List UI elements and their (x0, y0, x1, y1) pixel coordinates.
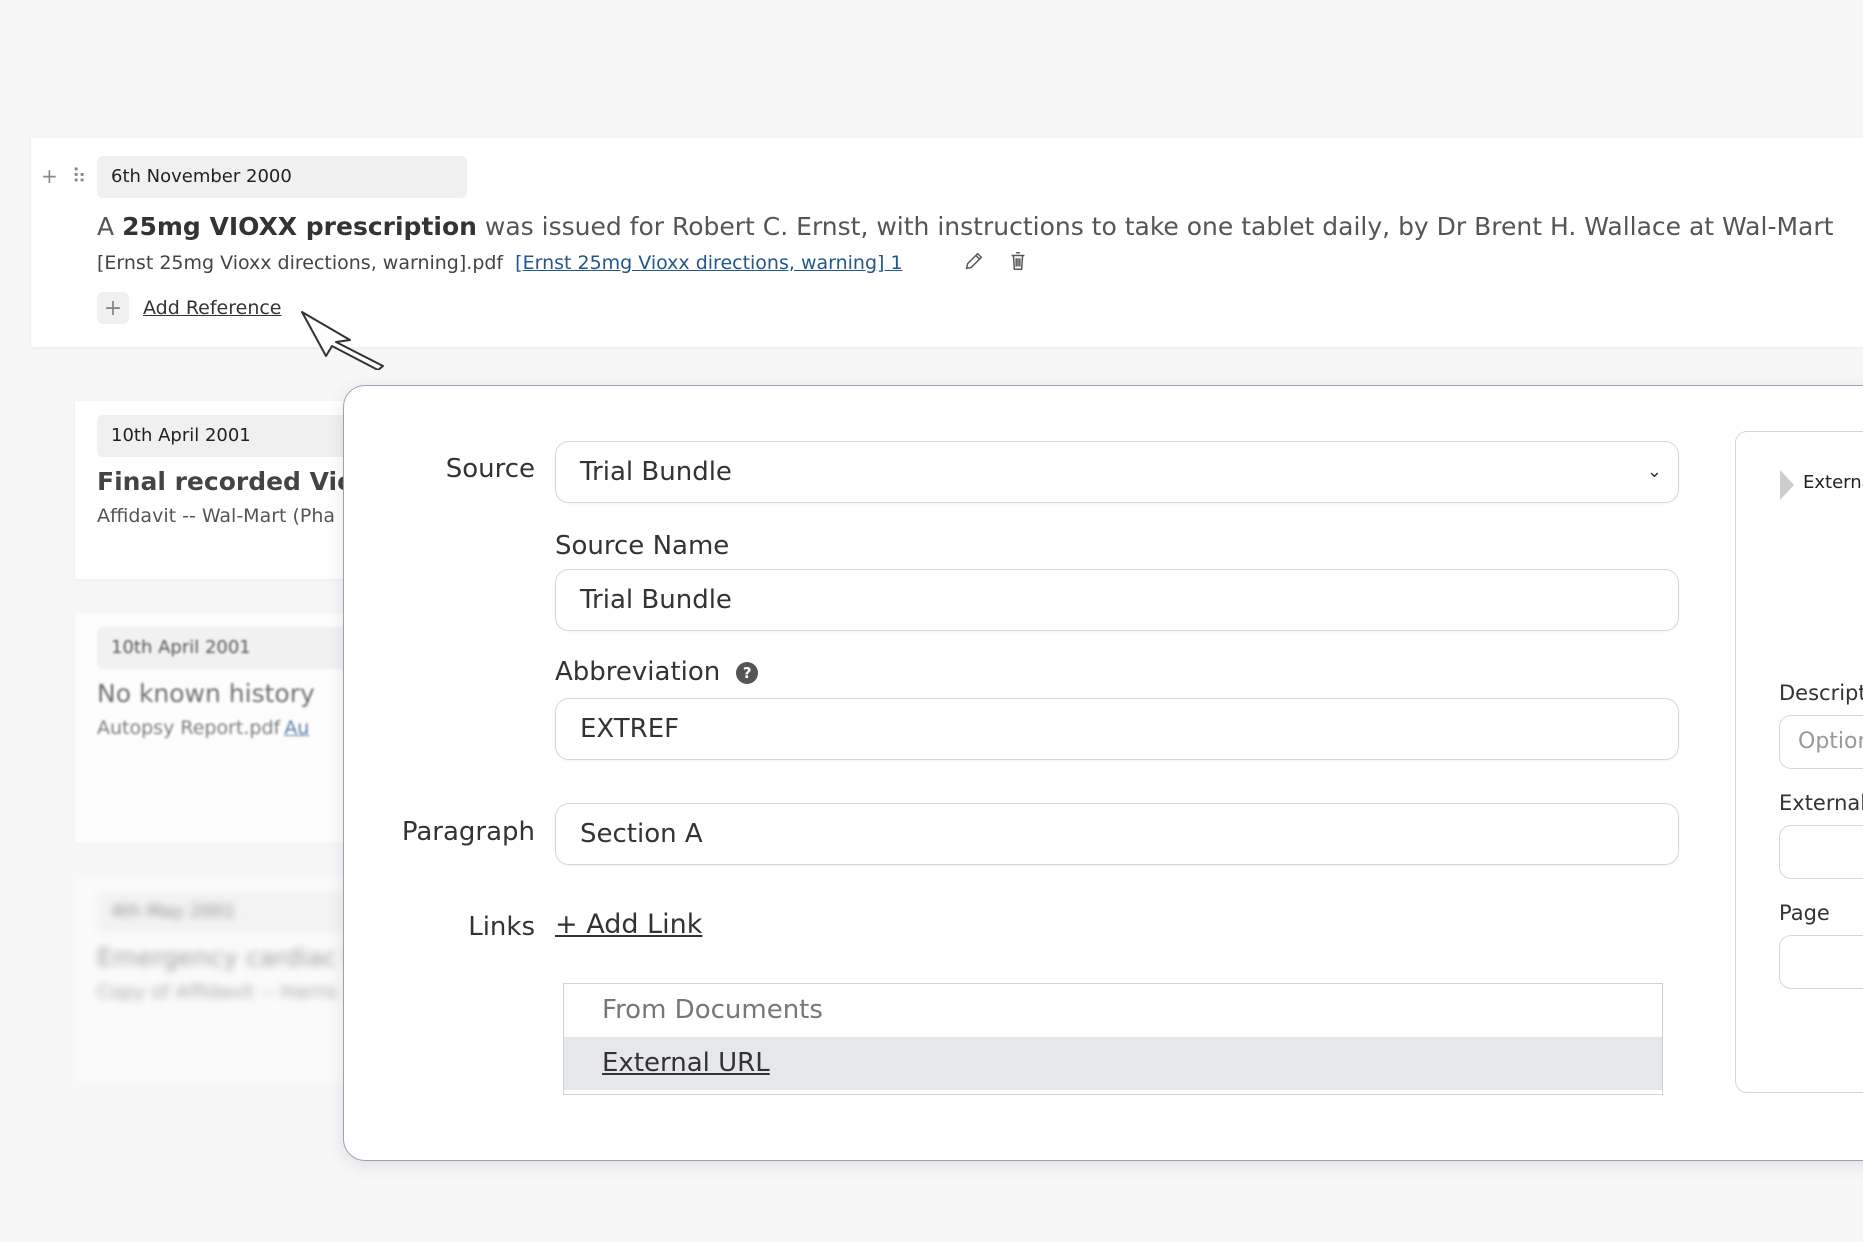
entry-reference: Copy of Affidavit -- Harris (97, 981, 337, 1003)
abbreviation-label: Abbreviation (555, 657, 721, 687)
entry-reference-filename: Autopsy Report.pdf (97, 717, 281, 739)
paragraph-input[interactable]: Section A (555, 803, 1679, 865)
entry-title[interactable]: No known history (97, 679, 315, 708)
add-reference-plus-icon[interactable]: + (97, 292, 129, 324)
entry-date[interactable]: 10th April 2001 (97, 415, 385, 457)
entry-title[interactable]: Emergency cardiac t (97, 943, 354, 972)
add-reference-modal: Source Trial Bundle ⌄ Source Name Trial … (343, 385, 1863, 1161)
dropdown-item-external-url[interactable]: External URL (564, 1037, 1662, 1090)
external-url-label: External (1779, 791, 1863, 815)
paragraph-label: Paragraph (401, 817, 535, 847)
add-row-icon[interactable]: + (41, 164, 58, 188)
chevron-down-icon: ⌄ (1646, 461, 1662, 482)
entry-reference: Affidavit -- Wal-Mart (Pha (97, 505, 336, 527)
abbreviation-input[interactable]: EXTREF (555, 698, 1679, 760)
description-label: Descript (1779, 681, 1863, 705)
timeline-entry-card: 4th May 2001 Emergency cardiac t Copy of… (75, 877, 385, 1085)
timeline-entry-card: 10th April 2001 No known history Autopsy… (75, 613, 385, 843)
links-label: Links (468, 912, 535, 942)
entry-date[interactable]: 10th April 2001 (97, 627, 385, 669)
source-label: Source (445, 454, 535, 484)
entry-date[interactable]: 6th November 2000 (97, 156, 467, 198)
external-toggle-label[interactable]: Externa (1803, 472, 1863, 493)
reference-line: [Ernst 25mg Vioxx directions, warning].p… (97, 252, 903, 274)
add-reference-link[interactable]: Add Reference (143, 297, 282, 319)
external-url-input[interactable] (1779, 825, 1863, 879)
entry-text-bold: 25mg VIOXX prescription (122, 212, 477, 241)
mouse-cursor-icon (301, 311, 384, 370)
drag-handle-icon[interactable]: ⠷ (72, 164, 87, 188)
abbreviation-label-row: Abbreviation? (555, 657, 759, 687)
reference-filename: [Ernst 25mg Vioxx directions, warning].p… (97, 252, 504, 274)
entry-reference: Autopsy Report.pdf Au (97, 717, 309, 739)
entry-reference-link[interactable]: Au (284, 717, 309, 739)
add-link-button[interactable]: + Add Link (555, 909, 702, 940)
entry-description[interactable]: A 25mg VIOXX prescription was issued for… (97, 212, 1833, 241)
entry-text-rest: was issued for Robert C. Ernst, with ins… (476, 212, 1834, 241)
source-select[interactable]: Trial Bundle ⌄ (555, 441, 1679, 503)
description-input[interactable]: Option (1779, 715, 1863, 769)
page-input[interactable] (1779, 935, 1863, 989)
source-name-label: Source Name (555, 531, 730, 561)
entry-date[interactable]: 4th May 2001 (97, 891, 385, 933)
dropdown-item-from-documents[interactable]: From Documents (564, 984, 1662, 1037)
entry-text-prefix: A (97, 212, 123, 241)
edit-pencil-icon[interactable] (963, 250, 985, 272)
timeline-entry-card: 10th April 2001 Final recorded Vioxx Aff… (75, 401, 387, 579)
expand-triangle-icon[interactable] (1780, 470, 1794, 500)
page-label: Page (1779, 901, 1830, 925)
link-type-dropdown: From Documents External URL (563, 983, 1663, 1095)
external-link-panel: Externa Descript Option External Page (1735, 431, 1863, 1093)
source-select-value: Trial Bundle (580, 457, 732, 487)
trash-icon[interactable] (1007, 250, 1029, 272)
row-controls: + ⠷ (41, 164, 86, 188)
add-reference-row: + Add Reference (97, 292, 282, 324)
reference-actions (963, 250, 1029, 272)
source-name-input[interactable]: Trial Bundle (555, 569, 1679, 631)
reference-link[interactable]: [Ernst 25mg Vioxx directions, warning] 1 (515, 252, 902, 274)
help-icon[interactable]: ? (736, 661, 759, 684)
